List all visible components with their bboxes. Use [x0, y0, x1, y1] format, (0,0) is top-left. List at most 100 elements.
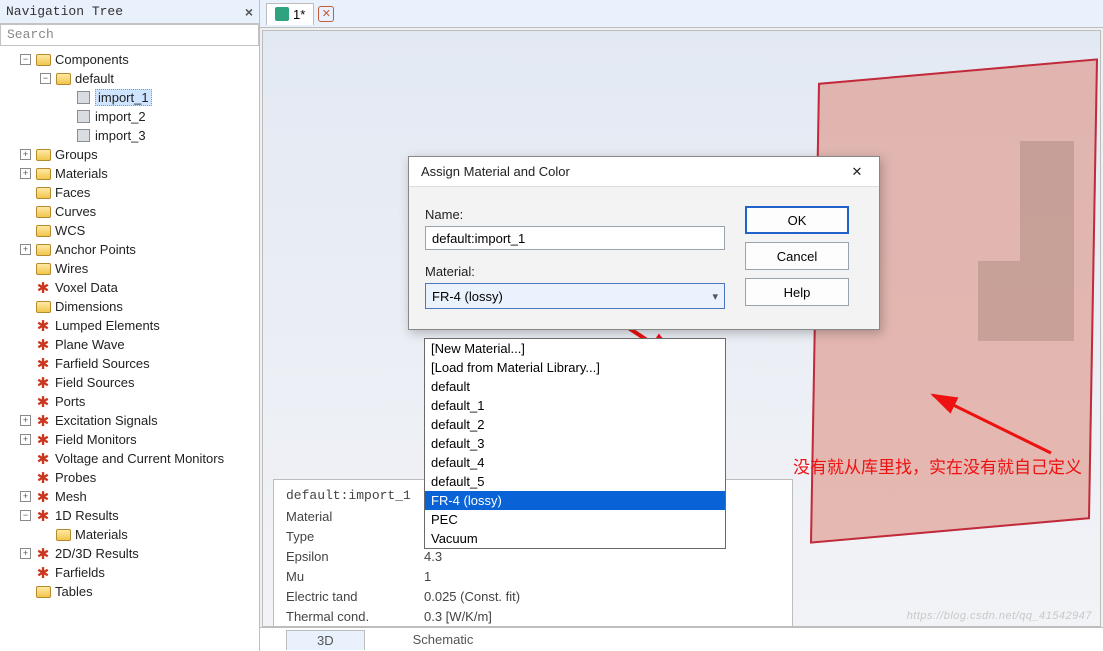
pane-title: Navigation Tree [6, 4, 123, 19]
expander-icon[interactable]: + [20, 415, 31, 426]
expander-icon[interactable]: + [20, 168, 31, 179]
material-option[interactable]: Vacuum [425, 529, 725, 548]
tree-label: Components [55, 52, 129, 67]
tree-node-ports[interactable]: ✱ Ports [2, 392, 259, 411]
tree-node-import-1[interactable]: import_1 [2, 88, 259, 107]
tree-node-materials[interactable]: + Materials [2, 164, 259, 183]
tree-label: Materials [55, 166, 108, 181]
gear-icon: ✱ [35, 375, 51, 391]
folder-icon [36, 168, 51, 180]
gear-icon: ✱ [35, 318, 51, 334]
material-option[interactable]: default [425, 377, 725, 396]
tree-node-import-2[interactable]: import_2 [2, 107, 259, 126]
material-option[interactable]: [Load from Material Library...] [425, 358, 725, 377]
tree-node-tables[interactable]: Tables [2, 582, 259, 601]
material-option[interactable]: [New Material...] [425, 339, 725, 358]
tree-search-input[interactable]: Search [0, 24, 259, 46]
view-tab-schematic[interactable]: Schematic [393, 630, 494, 649]
expander-icon[interactable]: − [20, 510, 31, 521]
tree-node-curves[interactable]: Curves [2, 202, 259, 221]
gear-icon: ✱ [35, 280, 51, 296]
tree-node-import-3[interactable]: import_3 [2, 126, 259, 145]
tree-label: default [75, 71, 114, 86]
expander-icon[interactable]: + [20, 434, 31, 445]
material-selected-value: FR-4 (lossy) [432, 289, 503, 304]
tree-node-plane-wave[interactable]: ✱Plane Wave [2, 335, 259, 354]
property-key: Material [286, 507, 406, 527]
material-label: Material: [425, 264, 725, 279]
tree-node-mesh[interactable]: +✱Mesh [2, 487, 259, 506]
tree-node-excitation-signals[interactable]: +✱Excitation Signals [2, 411, 259, 430]
tree-node-lumped-elements[interactable]: ✱Lumped Elements [2, 316, 259, 335]
gear-icon: ✱ [35, 546, 51, 562]
tree-label: Faces [55, 185, 90, 200]
property-value: 0.3 [W/K/m] [424, 607, 492, 627]
material-option[interactable]: FR-4 (lossy) [425, 491, 725, 510]
ok-button[interactable]: OK [745, 206, 849, 234]
expander-icon[interactable]: − [20, 54, 31, 65]
expander-icon[interactable]: + [20, 491, 31, 502]
tree-node-wires[interactable]: Wires [2, 259, 259, 278]
tree-label: import_1 [95, 89, 152, 106]
tree-node-1d-materials[interactable]: Materials [2, 525, 259, 544]
tree-node-components[interactable]: − Components [2, 50, 259, 69]
navigation-tree[interactable]: − Components − default import_1 import_2 [0, 46, 259, 651]
tree-node-faces[interactable]: Faces [2, 183, 259, 202]
view-tab-3d[interactable]: 3D [286, 630, 365, 650]
gear-icon: ✱ [35, 470, 51, 486]
tree-label: Voxel Data [55, 280, 118, 295]
tree-node-groups[interactable]: +Groups [2, 145, 259, 164]
name-input[interactable] [425, 226, 725, 250]
help-button[interactable]: Help [745, 278, 849, 306]
tree-node-default[interactable]: − default [2, 69, 259, 88]
tree-node-2d3d-results[interactable]: + ✱ 2D/3D Results [2, 544, 259, 563]
tree-node-probes[interactable]: ✱Probes [2, 468, 259, 487]
tree-label: Ports [55, 394, 85, 409]
tree-node-wcs[interactable]: WCS [2, 221, 259, 240]
navigation-tree-panel: Navigation Tree × Search − Components − … [0, 0, 260, 651]
expander-icon[interactable]: − [40, 73, 51, 84]
dialog-titlebar[interactable]: Assign Material and Color ✕ [409, 157, 879, 187]
property-key: Epsilon [286, 547, 406, 567]
expander-icon[interactable]: + [20, 149, 31, 160]
material-option[interactable]: default_2 [425, 415, 725, 434]
annotation-arrow-icon [929, 391, 1059, 461]
document-close-icon[interactable]: ✕ [318, 6, 334, 22]
tree-label: 2D/3D Results [55, 546, 139, 561]
tree-node-1d-results[interactable]: −✱1D Results [2, 506, 259, 525]
tree-node-field-sources[interactable]: ✱ Field Sources [2, 373, 259, 392]
tree-node-vc-monitors[interactable]: ✱Voltage and Current Monitors [2, 449, 259, 468]
material-option[interactable]: PEC [425, 510, 725, 529]
material-combobox[interactable]: FR-4 (lossy) ▾ [425, 283, 725, 309]
cancel-button[interactable]: Cancel [745, 242, 849, 270]
tree-label: Plane Wave [55, 337, 125, 352]
property-row: Epsilon4.3 [286, 547, 780, 567]
expander-icon[interactable]: + [20, 244, 31, 255]
tree-node-farfields[interactable]: ✱Farfields [2, 563, 259, 582]
material-dropdown-list[interactable]: [New Material...][Load from Material Lib… [424, 338, 726, 549]
property-value: 1 [424, 567, 431, 587]
material-option[interactable]: default_1 [425, 396, 725, 415]
tree-label: Field Sources [55, 375, 134, 390]
document-tab-1[interactable]: 1* [266, 3, 314, 25]
expander-icon[interactable]: + [20, 548, 31, 559]
tree-label: Farfields [55, 565, 105, 580]
material-option[interactable]: default_5 [425, 472, 725, 491]
tree-node-voxel-data[interactable]: ✱ Voxel Data [2, 278, 259, 297]
gear-icon: ✱ [35, 489, 51, 505]
tree-node-dimensions[interactable]: Dimensions [2, 297, 259, 316]
dialog-close-icon[interactable]: ✕ [843, 160, 871, 184]
gear-icon: ✱ [35, 394, 51, 410]
folder-icon [36, 206, 51, 218]
tree-node-field-monitors[interactable]: +✱Field Monitors [2, 430, 259, 449]
gear-icon: ✱ [35, 413, 51, 429]
pane-close-icon[interactable]: × [245, 4, 253, 20]
chevron-down-icon: ▾ [712, 290, 718, 303]
tree-node-anchor-points[interactable]: +Anchor Points [2, 240, 259, 259]
tree-node-farfield-sources[interactable]: ✱Farfield Sources [2, 354, 259, 373]
material-option[interactable]: default_4 [425, 453, 725, 472]
material-option[interactable]: default_3 [425, 434, 725, 453]
tree-label: import_3 [95, 128, 146, 143]
doc-tab-icon [275, 7, 289, 21]
tree-label: Farfield Sources [55, 356, 150, 371]
